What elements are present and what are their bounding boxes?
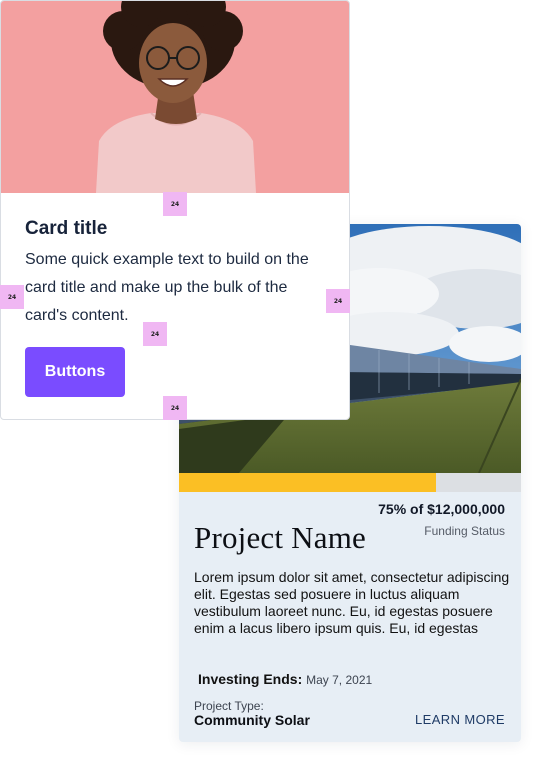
spacing-marker-card-bottom: 24 xyxy=(163,396,187,420)
project-name: Project Name xyxy=(194,520,366,555)
investing-ends-date: May 7, 2021 xyxy=(306,673,373,687)
card-title: Card title xyxy=(25,218,108,239)
funding-status-label: Funding Status xyxy=(424,524,505,538)
investing-ends: Investing Ends: May 7, 2021 xyxy=(198,671,372,687)
card-button[interactable]: Buttons xyxy=(25,347,125,397)
portrait-photo xyxy=(1,1,349,193)
spacing-marker-left: 24 xyxy=(0,285,24,309)
project-type-label: Project Type: xyxy=(194,699,264,713)
funding-progress-bar xyxy=(179,473,521,492)
investing-ends-label: Investing Ends: xyxy=(198,671,303,687)
card-text: Some quick example text to build on the … xyxy=(25,251,309,324)
spacing-marker-text-bottom: 24 xyxy=(143,322,167,346)
funding-progress-fill xyxy=(179,473,436,492)
project-description: Lorem ipsum dolor sit amet, consectetur … xyxy=(194,569,510,636)
learn-more-link[interactable]: LEARN MORE xyxy=(415,712,505,727)
project-type-value: Community Solar xyxy=(194,712,310,728)
spacing-marker-right: 24 xyxy=(326,289,350,313)
spacing-marker-image-bottom: 24 xyxy=(163,192,187,216)
funding-amount: 75% of $12,000,000 xyxy=(378,501,505,517)
